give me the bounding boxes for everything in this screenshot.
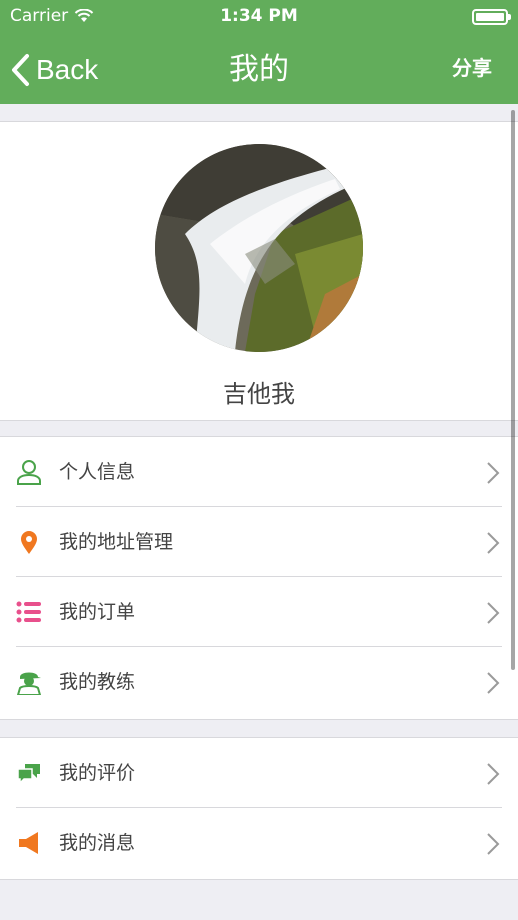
scrollbar[interactable] (511, 110, 515, 670)
menu-item-label: 我的地址管理 (59, 531, 174, 553)
chevron-right-icon (487, 532, 500, 554)
list-icon (16, 601, 41, 623)
menu-item-address[interactable]: 我的地址管理 (0, 507, 518, 577)
menu-item-label: 个人信息 (59, 461, 136, 483)
coach-icon (16, 672, 42, 695)
profile-card: 吉他我 (0, 121, 518, 421)
chevron-right-icon (487, 462, 500, 484)
menu-item-coach[interactable]: 我的教练 (0, 647, 518, 717)
chevron-right-icon (487, 602, 500, 624)
chevron-right-icon (487, 672, 500, 694)
menu-item-label: 我的消息 (59, 832, 136, 854)
menu-item-label: 我的订单 (59, 601, 136, 623)
status-bar: Carrier 1:34 PM (0, 0, 518, 34)
menu-group-account: 个人信息 我的地址管理 我的订单 我的教练 (0, 436, 518, 720)
chevron-right-icon (487, 833, 500, 855)
clock: 1:34 PM (220, 6, 298, 26)
user-outline-icon (17, 460, 41, 485)
menu-item-orders[interactable]: 我的订单 (0, 577, 518, 647)
chat-bubbles-icon (17, 764, 40, 785)
location-pin-icon (21, 531, 37, 554)
menu-item-personal-info[interactable]: 个人信息 (0, 437, 518, 507)
navigation-bar: Carrier 1:34 PM Back 我的 分享 (0, 0, 518, 104)
page-title: 我的 (229, 52, 289, 87)
avatar[interactable] (155, 144, 363, 352)
menu-item-label: 我的评价 (59, 762, 136, 784)
share-button[interactable]: 分享 (452, 48, 492, 88)
menu-group-social: 我的评价 我的消息 (0, 737, 518, 880)
battery-icon (472, 9, 511, 25)
chevron-right-icon (487, 763, 500, 785)
menu-item-reviews[interactable]: 我的评价 (0, 738, 518, 808)
waterfall-image (155, 144, 363, 352)
username: 吉他我 (223, 380, 295, 408)
menu-item-label: 我的教练 (59, 671, 136, 693)
megaphone-icon (19, 832, 38, 854)
menu-item-messages[interactable]: 我的消息 (0, 808, 518, 878)
